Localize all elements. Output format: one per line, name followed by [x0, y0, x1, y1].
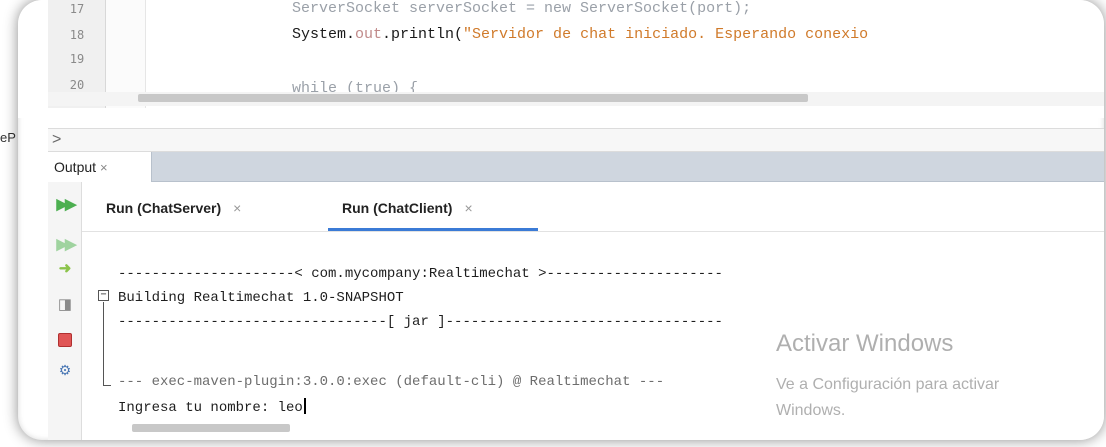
rerun-icon[interactable]: ▶▶: [54, 194, 76, 214]
line-number: 20: [69, 78, 85, 92]
console-scroll-thumb[interactable]: [132, 424, 290, 432]
code-line: System.out.println("Servidor de chat ini…: [292, 26, 868, 43]
code-editor[interactable]: 17 18 19 20 ServerSocket serverSocket = …: [18, 0, 1104, 118]
side-panel-label: eP: [0, 130, 16, 145]
activation-watermark-text: Ve a Configuración para activar Windows.: [776, 372, 999, 424]
line-number: 19: [69, 52, 85, 66]
clear-output-icon[interactable]: ◨: [54, 294, 76, 314]
fold-toggle-icon[interactable]: −: [98, 290, 109, 301]
tab-run-chatclient[interactable]: Run (ChatClient) ×: [342, 200, 473, 216]
ide-window: 17 18 19 20 ServerSocket serverSocket = …: [18, 0, 1104, 440]
console-line: --------------------------------[ jar ]-…: [118, 314, 723, 330]
console-line: --- exec-maven-plugin:3.0.0:exec (defaul…: [118, 374, 665, 390]
stop-icon[interactable]: [54, 330, 76, 350]
code-field: out: [355, 26, 383, 43]
settings-icon[interactable]: ⚙: [54, 360, 76, 380]
line-number: 17: [69, 2, 85, 16]
close-icon[interactable]: ×: [464, 200, 472, 216]
text-caret: [303, 398, 306, 414]
subtab-label: Run (ChatClient): [342, 200, 453, 216]
tab-run-chatserver[interactable]: Run (ChatServer) ×: [106, 200, 241, 216]
code-object: System.: [292, 26, 356, 43]
console-prompt-text: Ingresa tu nombre: leo: [118, 400, 303, 416]
tab-output[interactable]: Output ×: [48, 152, 152, 182]
chevron-right-icon[interactable]: >: [52, 131, 61, 149]
code-method: .println(: [382, 26, 464, 43]
run-arrow-icon[interactable]: ➜: [54, 258, 76, 278]
output-toolbar: ▶▶ ▶▶ ➜ ◨ ⚙: [48, 182, 82, 440]
rerun-with-args-icon[interactable]: ▶▶: [54, 234, 76, 254]
console-input-line[interactable]: Ingresa tu nombre: leo: [118, 398, 306, 416]
output-tab-label: Output: [54, 159, 97, 175]
navigator-bar: >: [48, 128, 1104, 152]
fold-guide-end: [103, 385, 111, 386]
fold-guide: [103, 302, 104, 386]
subtab-label: Run (ChatServer): [106, 200, 222, 216]
close-icon[interactable]: ×: [100, 160, 108, 175]
code-line: ServerSocket serverSocket = new ServerSo…: [292, 0, 761, 17]
code-line: while (true) {: [292, 80, 419, 92]
watermark-line: Ve a Configuración para activar: [776, 376, 1000, 393]
close-icon[interactable]: ×: [233, 200, 241, 216]
console-line: ---------------------< com.mycompany:Rea…: [118, 266, 723, 282]
code-string: "Servidor de chat iniciado. Esperando co…: [463, 26, 869, 43]
output-window-header: Output ×: [48, 152, 1104, 182]
activation-watermark-title: Activar Windows: [776, 330, 954, 357]
line-number: 18: [69, 28, 85, 42]
watermark-line: Windows.: [776, 402, 846, 419]
editor-scroll-thumb[interactable]: [138, 94, 808, 102]
console-line: Building Realtimechat 1.0-SNAPSHOT: [118, 290, 404, 306]
run-tabs: Run (ChatServer) × Run (ChatClient) ×: [82, 182, 1104, 232]
